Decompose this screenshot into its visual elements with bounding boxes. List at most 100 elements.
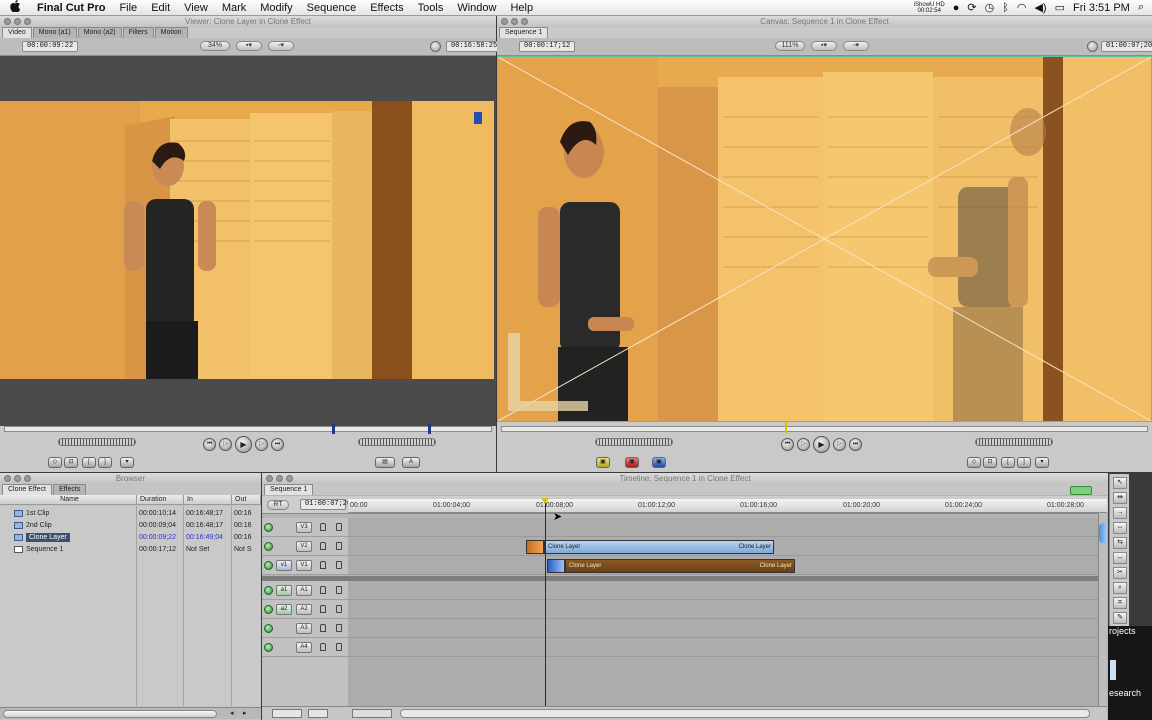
canvas-add-marker-icon[interactable]: ▾ <box>1035 457 1049 468</box>
dest-patch-v2[interactable]: V2 <box>296 541 312 552</box>
column-name[interactable]: Name <box>0 495 137 505</box>
viewer-duration[interactable]: 00:00:09:22 <box>22 41 79 52</box>
browser-window-controls[interactable] <box>4 475 31 482</box>
auto-select-icon[interactable] <box>336 523 342 531</box>
source-patch-a2[interactable]: a2 <box>276 604 292 615</box>
play-around-icon[interactable]: ▷ <box>255 438 268 451</box>
menu-file[interactable]: File <box>112 2 144 14</box>
canvas-match-frame-icon[interactable]: ◇ <box>967 457 981 468</box>
canvas-timecode[interactable]: 01:00:07;20 <box>1101 41 1152 52</box>
edit-selection-tool-icon[interactable]: ⇹ <box>1113 492 1127 504</box>
volume-icon[interactable]: ◀) <box>1034 1 1046 14</box>
tab-filters[interactable]: Filters <box>122 27 154 38</box>
viewer-scrubber-bar[interactable] <box>4 426 492 432</box>
viewer-playhead-sync-button[interactable] <box>430 41 441 52</box>
canvas-next-edit-icon[interactable]: ⏭ <box>849 438 862 451</box>
time-machine-icon[interactable]: ◷ <box>985 1 995 14</box>
timeline-window-controls[interactable] <box>266 475 293 482</box>
tab-mono-a2[interactable]: Mono (a2) <box>77 27 122 38</box>
column-in[interactable]: In <box>184 495 232 505</box>
auto-select-icon[interactable] <box>336 624 342 632</box>
canvas-view-popup[interactable]: ▪▾ <box>811 41 837 51</box>
lock-icon[interactable] <box>320 523 326 531</box>
source-patch-a1[interactable]: a1 <box>276 585 292 596</box>
battery-icon[interactable]: ▭ <box>1055 1 1065 14</box>
bluetooth-icon[interactable]: ᛒ <box>1002 2 1009 14</box>
window-controls[interactable] <box>4 18 31 25</box>
timeline-playhead[interactable] <box>545 500 546 706</box>
timeline-clip-v2[interactable]: Clone Layer Clone Layer <box>544 540 774 554</box>
lock-icon[interactable] <box>320 542 326 550</box>
play-icon[interactable]: ▶ <box>235 436 252 453</box>
menu-help[interactable]: Help <box>503 2 540 14</box>
canvas-shuttle-control[interactable] <box>595 438 673 446</box>
track-a4-body[interactable] <box>348 638 1107 657</box>
timeline-empty-area[interactable] <box>348 657 1107 706</box>
track-a1-body[interactable] <box>348 581 1107 600</box>
viewer-jog-control[interactable] <box>358 438 436 446</box>
track-a3-body[interactable] <box>348 619 1107 638</box>
menu-final-cut-pro[interactable]: Final Cut Pro <box>30 2 112 14</box>
canvas-overlay-popup[interactable]: ▫▾ <box>843 41 869 51</box>
dest-patch-a1[interactable]: A1 <box>296 585 312 596</box>
spotlight-search-icon[interactable]: ⌕ <box>1138 1 1144 14</box>
go-to-next-edit-icon[interactable]: ⏭ <box>271 438 284 451</box>
track-audible-toggle[interactable] <box>264 605 273 614</box>
viewer-add-marker-icon[interactable]: ▾ <box>120 457 134 468</box>
list-item[interactable]: 1st Clip 00:00:10;14 00:16:48;17 00:16 <box>0 508 262 520</box>
track-v1-body[interactable]: Clone Layer Clone Layer <box>348 556 1107 575</box>
track-visibility-toggle[interactable] <box>264 523 273 532</box>
lock-icon[interactable] <box>320 624 326 632</box>
play-in-to-out-icon[interactable]: ▷ <box>219 438 232 451</box>
track-visibility-toggle[interactable] <box>264 561 273 570</box>
dest-patch-v3[interactable]: V3 <box>296 522 312 533</box>
desktop-icon[interactable] <box>1110 660 1116 680</box>
viewer-image-area[interactable] <box>0 56 496 426</box>
canvas-scrubber-bar[interactable] <box>501 426 1148 432</box>
tab-effects[interactable]: Effects <box>53 484 87 495</box>
roll-tool-icon[interactable]: ⇆ <box>1113 537 1127 549</box>
desktop-folder-label-2[interactable]: esearch <box>1109 688 1141 698</box>
scroll-left-arrow[interactable]: ◂ <box>230 709 234 717</box>
menu-effects[interactable]: Effects <box>363 2 410 14</box>
track-audible-toggle[interactable] <box>264 624 273 633</box>
auto-select-icon[interactable] <box>336 542 342 550</box>
canvas-mark-out-icon[interactable]: ] <box>1017 457 1031 468</box>
column-duration[interactable]: Duration <box>137 495 184 505</box>
canvas-previous-edit-icon[interactable]: ⏮ <box>781 438 794 451</box>
list-item[interactable]: Sequence 1 00:00:17;12 Not Set Not S <box>0 544 262 556</box>
auto-select-icon[interactable] <box>336 605 342 613</box>
pen-tool-icon[interactable]: ✎ <box>1113 612 1127 624</box>
razor-tool-icon[interactable]: ✂ <box>1113 567 1127 579</box>
viewer-generator-icon[interactable]: ▤ <box>375 457 395 468</box>
canvas-zoom-popup[interactable]: 111% <box>775 41 805 51</box>
menu-edit[interactable]: Edit <box>144 2 177 14</box>
tab-motion[interactable]: Motion <box>154 27 188 38</box>
selection-tool-icon[interactable]: ↖ <box>1113 477 1127 489</box>
viewer-overlay-popup[interactable]: ▫▾ <box>268 41 294 51</box>
zoom-tool-icon[interactable]: ⌕ <box>1113 582 1127 594</box>
wifi-icon[interactable]: ◠ <box>1017 1 1027 14</box>
viewer-mark-clip-icon[interactable]: ⊡ <box>64 457 78 468</box>
menu-modify[interactable]: Modify <box>253 2 299 14</box>
playhead-marker[interactable] <box>541 498 549 504</box>
dest-patch-a2[interactable]: A2 <box>296 604 312 615</box>
timeline-timecode[interactable]: 01:00:07;20 <box>300 499 351 510</box>
list-item-selected[interactable]: Clone Layer 00:00:09;22 00:16:49;04 00:1… <box>0 532 262 544</box>
insert-edit-icon[interactable]: ▣ <box>596 457 610 468</box>
canvas-jog-control[interactable] <box>975 438 1053 446</box>
lock-icon[interactable] <box>320 561 326 569</box>
viewer-zoom-popup[interactable]: 34% <box>200 41 230 51</box>
track-height-control[interactable] <box>272 709 302 718</box>
column-out[interactable]: Out <box>232 495 261 505</box>
viewer-playhead[interactable] <box>332 424 335 434</box>
list-item[interactable]: 2nd Clip 00:00:09;04 00:16:48;17 00:16 <box>0 520 262 532</box>
auto-select-icon[interactable] <box>336 561 342 569</box>
viewer-out-point[interactable] <box>428 424 431 434</box>
menu-mark[interactable]: Mark <box>215 2 253 14</box>
track-a2-body[interactable] <box>348 600 1107 619</box>
menu-tools[interactable]: Tools <box>411 2 451 14</box>
clip-overlays-toggle[interactable] <box>308 709 328 718</box>
source-patch-v1[interactable]: v1 <box>276 560 292 571</box>
timeline-vertical-scrollbar[interactable] <box>1098 513 1107 706</box>
